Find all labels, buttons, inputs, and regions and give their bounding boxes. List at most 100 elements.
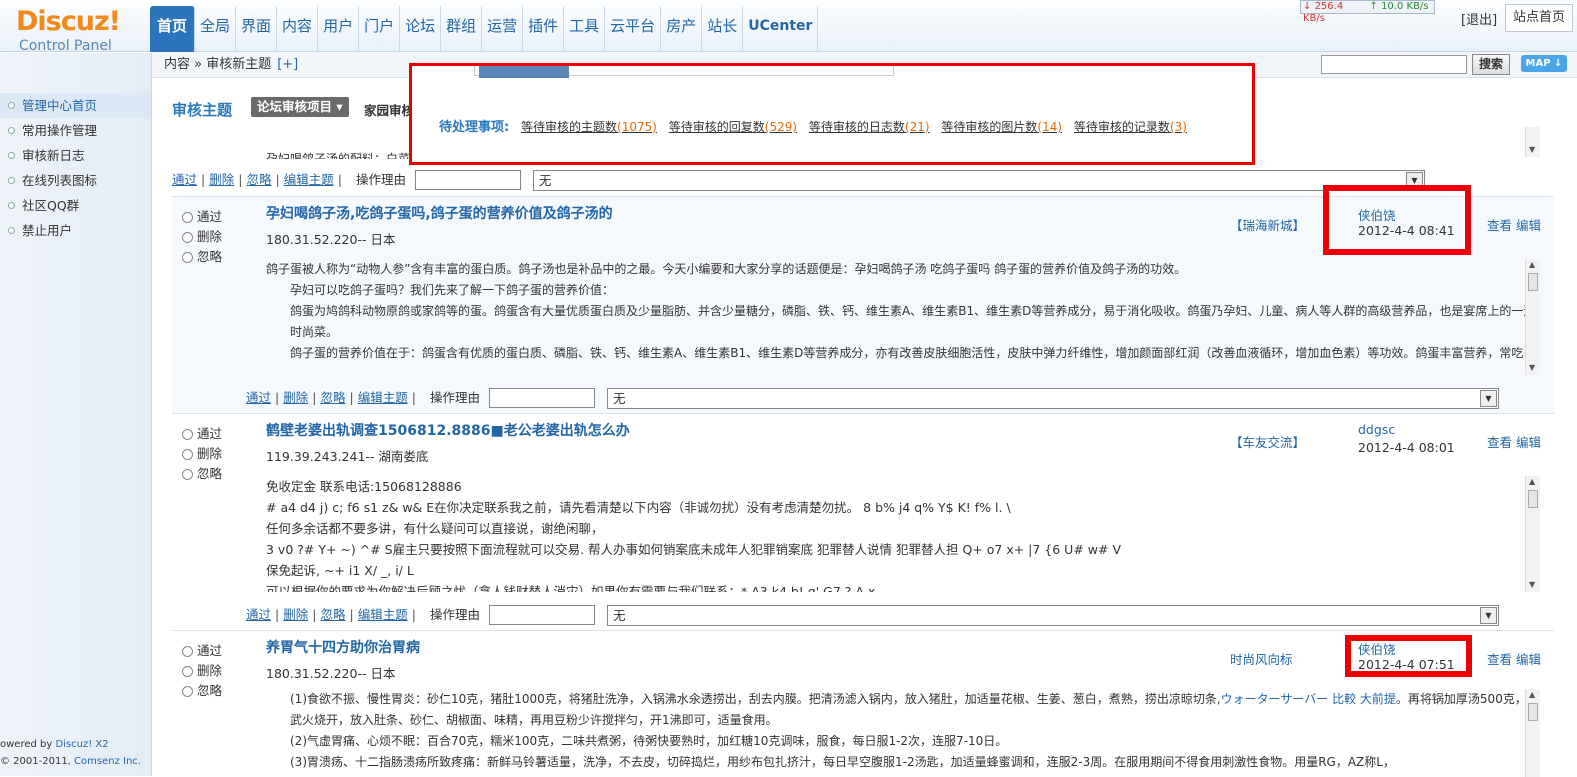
chevron-down-icon[interactable]: ▼: [1479, 389, 1497, 407]
reason-select-value: 无: [612, 390, 626, 406]
author-link[interactable]: ddgsc: [1358, 422, 1395, 437]
sidebar-item-ban-user[interactable]: 禁止用户: [0, 218, 151, 243]
nav-tab-house[interactable]: 房产: [661, 6, 703, 52]
edit-topic-link[interactable]: 编辑主题: [358, 605, 408, 625]
topic-subject[interactable]: 鹤壁老婆出轨调查1506812.8886■老公老婆出轨怎么办: [266, 420, 630, 440]
scroll-down-arrow[interactable]: ▼: [1529, 145, 1535, 154]
topic-body: 免收定金 联系电话:15068128886 # a4 d4 j) c; f6 s…: [266, 476, 1536, 592]
radio-pass[interactable]: 通过: [182, 424, 222, 444]
pass-link[interactable]: 通过: [246, 388, 271, 408]
nav-tab-portal[interactable]: 门户: [359, 6, 401, 52]
nav-tab-style[interactable]: 界面: [236, 6, 278, 52]
sidebar-item-admin-home[interactable]: 管理中心首页: [0, 93, 151, 118]
forum-moderate-dropdown[interactable]: 论坛审核项目 ▾: [251, 97, 349, 117]
topic-body: (1)食欲不振、慢性胃炎：砂仁10克，猪肚1000克，将猪肚洗净，入锅沸水氽透捞…: [266, 689, 1536, 777]
reason-input[interactable]: [488, 605, 595, 625]
pending-blogs-link[interactable]: 等待审核的日志数(21): [809, 120, 930, 134]
poster-ip: 119.39.243.241-- 湖南娄底: [266, 449, 429, 464]
search-input[interactable]: [1321, 55, 1467, 74]
pending-records-link[interactable]: 等待审核的记录数(3): [1074, 120, 1187, 134]
nav-tab-operation[interactable]: 运营: [482, 6, 524, 52]
nav-tab-cloud[interactable]: 云平台: [605, 6, 662, 52]
ignore-link[interactable]: 忽略: [246, 170, 271, 190]
body-ad-link[interactable]: ウォーターサーバー 比較 大前提: [1221, 692, 1396, 706]
nav-tab-webmaster[interactable]: 站长: [702, 6, 744, 52]
add-shortcut-link[interactable]: [+]: [277, 57, 298, 72]
radio-ignore[interactable]: 忽略: [182, 681, 222, 701]
edit-link[interactable]: 编辑: [1516, 435, 1541, 450]
body-scrollbar[interactable]: ▲: [1525, 689, 1540, 777]
delete-link[interactable]: 删除: [283, 605, 308, 625]
nav-tab-home[interactable]: 首页: [150, 6, 196, 52]
forum-link[interactable]: 时尚风向标: [1230, 649, 1293, 668]
pending-replies-link[interactable]: 等待审核的回复数(529): [669, 120, 797, 134]
chevron-down-icon[interactable]: ▼: [1479, 606, 1497, 624]
edit-topic-link[interactable]: 编辑主题: [358, 388, 408, 408]
reason-select[interactable]: 无 ▼: [606, 387, 1499, 409]
sidebar-item-qq-group[interactable]: 社区QQ群: [0, 193, 151, 218]
reason-label: 操作理由: [429, 607, 480, 622]
reason-input[interactable]: [488, 388, 595, 408]
footer-comsenz-link[interactable]: Comsenz Inc.: [74, 756, 141, 767]
topic-subject[interactable]: 孕妇喝鸽子汤,吃鸽子蛋吗,鸽子蛋的营养价值及鸽子汤的: [266, 203, 613, 223]
edit-topic-link[interactable]: 编辑主题: [284, 170, 334, 190]
reason-select[interactable]: 无 ▼: [606, 604, 1499, 626]
forum-link[interactable]: 【瑞海新城】: [1230, 215, 1305, 234]
nav-tab-group[interactable]: 群组: [441, 6, 483, 52]
scrollbar[interactable]: ▼: [1525, 127, 1540, 157]
view-link[interactable]: 查看: [1487, 218, 1512, 233]
logo-sub: Control Panel: [19, 38, 112, 54]
item-ops: 查看 编辑: [1487, 649, 1541, 668]
search-button[interactable]: 搜索: [1472, 54, 1510, 75]
nav-tab-global[interactable]: 全局: [195, 6, 237, 52]
radio-delete[interactable]: 删除: [182, 661, 222, 681]
ignore-link[interactable]: 忽略: [320, 605, 345, 625]
radio-ignore[interactable]: 忽略: [182, 247, 222, 267]
pending-topics-link[interactable]: 等待审核的主题数(1075): [521, 120, 657, 134]
delete-link[interactable]: 删除: [209, 170, 234, 190]
sidebar-item-online-icons[interactable]: 在线列表图标: [0, 168, 151, 193]
pending-count: (529): [764, 120, 798, 134]
view-link[interactable]: 查看: [1487, 652, 1512, 667]
nav-tab-user[interactable]: 用户: [318, 6, 360, 52]
pending-pics-link[interactable]: 等待审核的图片数(14): [941, 120, 1062, 134]
edit-link[interactable]: 编辑: [1516, 218, 1541, 233]
sidebar-item-common-ops[interactable]: 常用操作管理: [0, 118, 151, 143]
pass-link[interactable]: 通过: [172, 170, 197, 190]
post-date: 2012-4-4 08:01: [1358, 440, 1455, 455]
body-scrollbar[interactable]: ▲ ▼: [1525, 259, 1540, 375]
reason-select[interactable]: 无 ▼: [532, 169, 1425, 191]
radio-delete[interactable]: 删除: [182, 444, 222, 464]
nav-tab-plugin[interactable]: 插件: [523, 6, 565, 52]
map-button[interactable]: MAP ↓: [1521, 55, 1567, 72]
forum-link[interactable]: 【车友交流】: [1230, 432, 1305, 451]
user-greeting: [1345, 10, 1349, 24]
sidebar-item-moderate-blogs[interactable]: 审核新日志: [0, 143, 151, 168]
footer-brand-link[interactable]: Discuz! X2: [55, 739, 108, 750]
radio-delete[interactable]: 删除: [182, 227, 222, 247]
reason-input[interactable]: [414, 170, 521, 190]
sidebar: 管理中心首页 常用操作管理 审核新日志 在线列表图标 社区QQ群 禁止用户 ow…: [0, 53, 152, 776]
pass-link[interactable]: 通过: [246, 605, 271, 625]
delete-link[interactable]: 删除: [283, 388, 308, 408]
sidebar-footer: owered by Discuz! X2 © 2001-2011, Comsen…: [0, 736, 141, 770]
nav-tab-forum[interactable]: 论坛: [400, 6, 442, 52]
ignore-link[interactable]: 忽略: [320, 388, 345, 408]
view-link[interactable]: 查看: [1487, 435, 1512, 450]
nav-tab-tools[interactable]: 工具: [564, 6, 606, 52]
topic-subject[interactable]: 养胃气十四方助你治胃病: [266, 637, 420, 657]
radio-pass[interactable]: 通过: [182, 641, 222, 661]
body-scrollbar[interactable]: ▲ ▼: [1525, 476, 1540, 592]
nav-tab-content[interactable]: 内容: [277, 6, 319, 52]
site-home-button[interactable]: 站点首页: [1505, 4, 1573, 32]
radio-pass[interactable]: 通过: [182, 207, 222, 227]
edit-link[interactable]: 编辑: [1516, 652, 1541, 667]
body-line: (1)食欲不振、慢性胃炎：砂仁10克，猪肚1000克，将猪肚洗净，入锅沸水氽透捞…: [266, 689, 1536, 731]
action-bar: 通过 | 删除 | 忽略 | 编辑主题 | 操作理由 无 ▼: [172, 169, 1425, 191]
nav-tab-ucenter[interactable]: UCenter: [743, 6, 819, 52]
radio-ignore[interactable]: 忽略: [182, 464, 222, 484]
tab-home-moderate[interactable]: 家园审核: [364, 100, 414, 119]
pending-link-text: 等待审核的记录数: [1073, 120, 1170, 134]
discuz-logo[interactable]: Discuz! Control Panel: [0, 0, 150, 54]
logout-link[interactable]: [退出]: [1461, 9, 1497, 28]
